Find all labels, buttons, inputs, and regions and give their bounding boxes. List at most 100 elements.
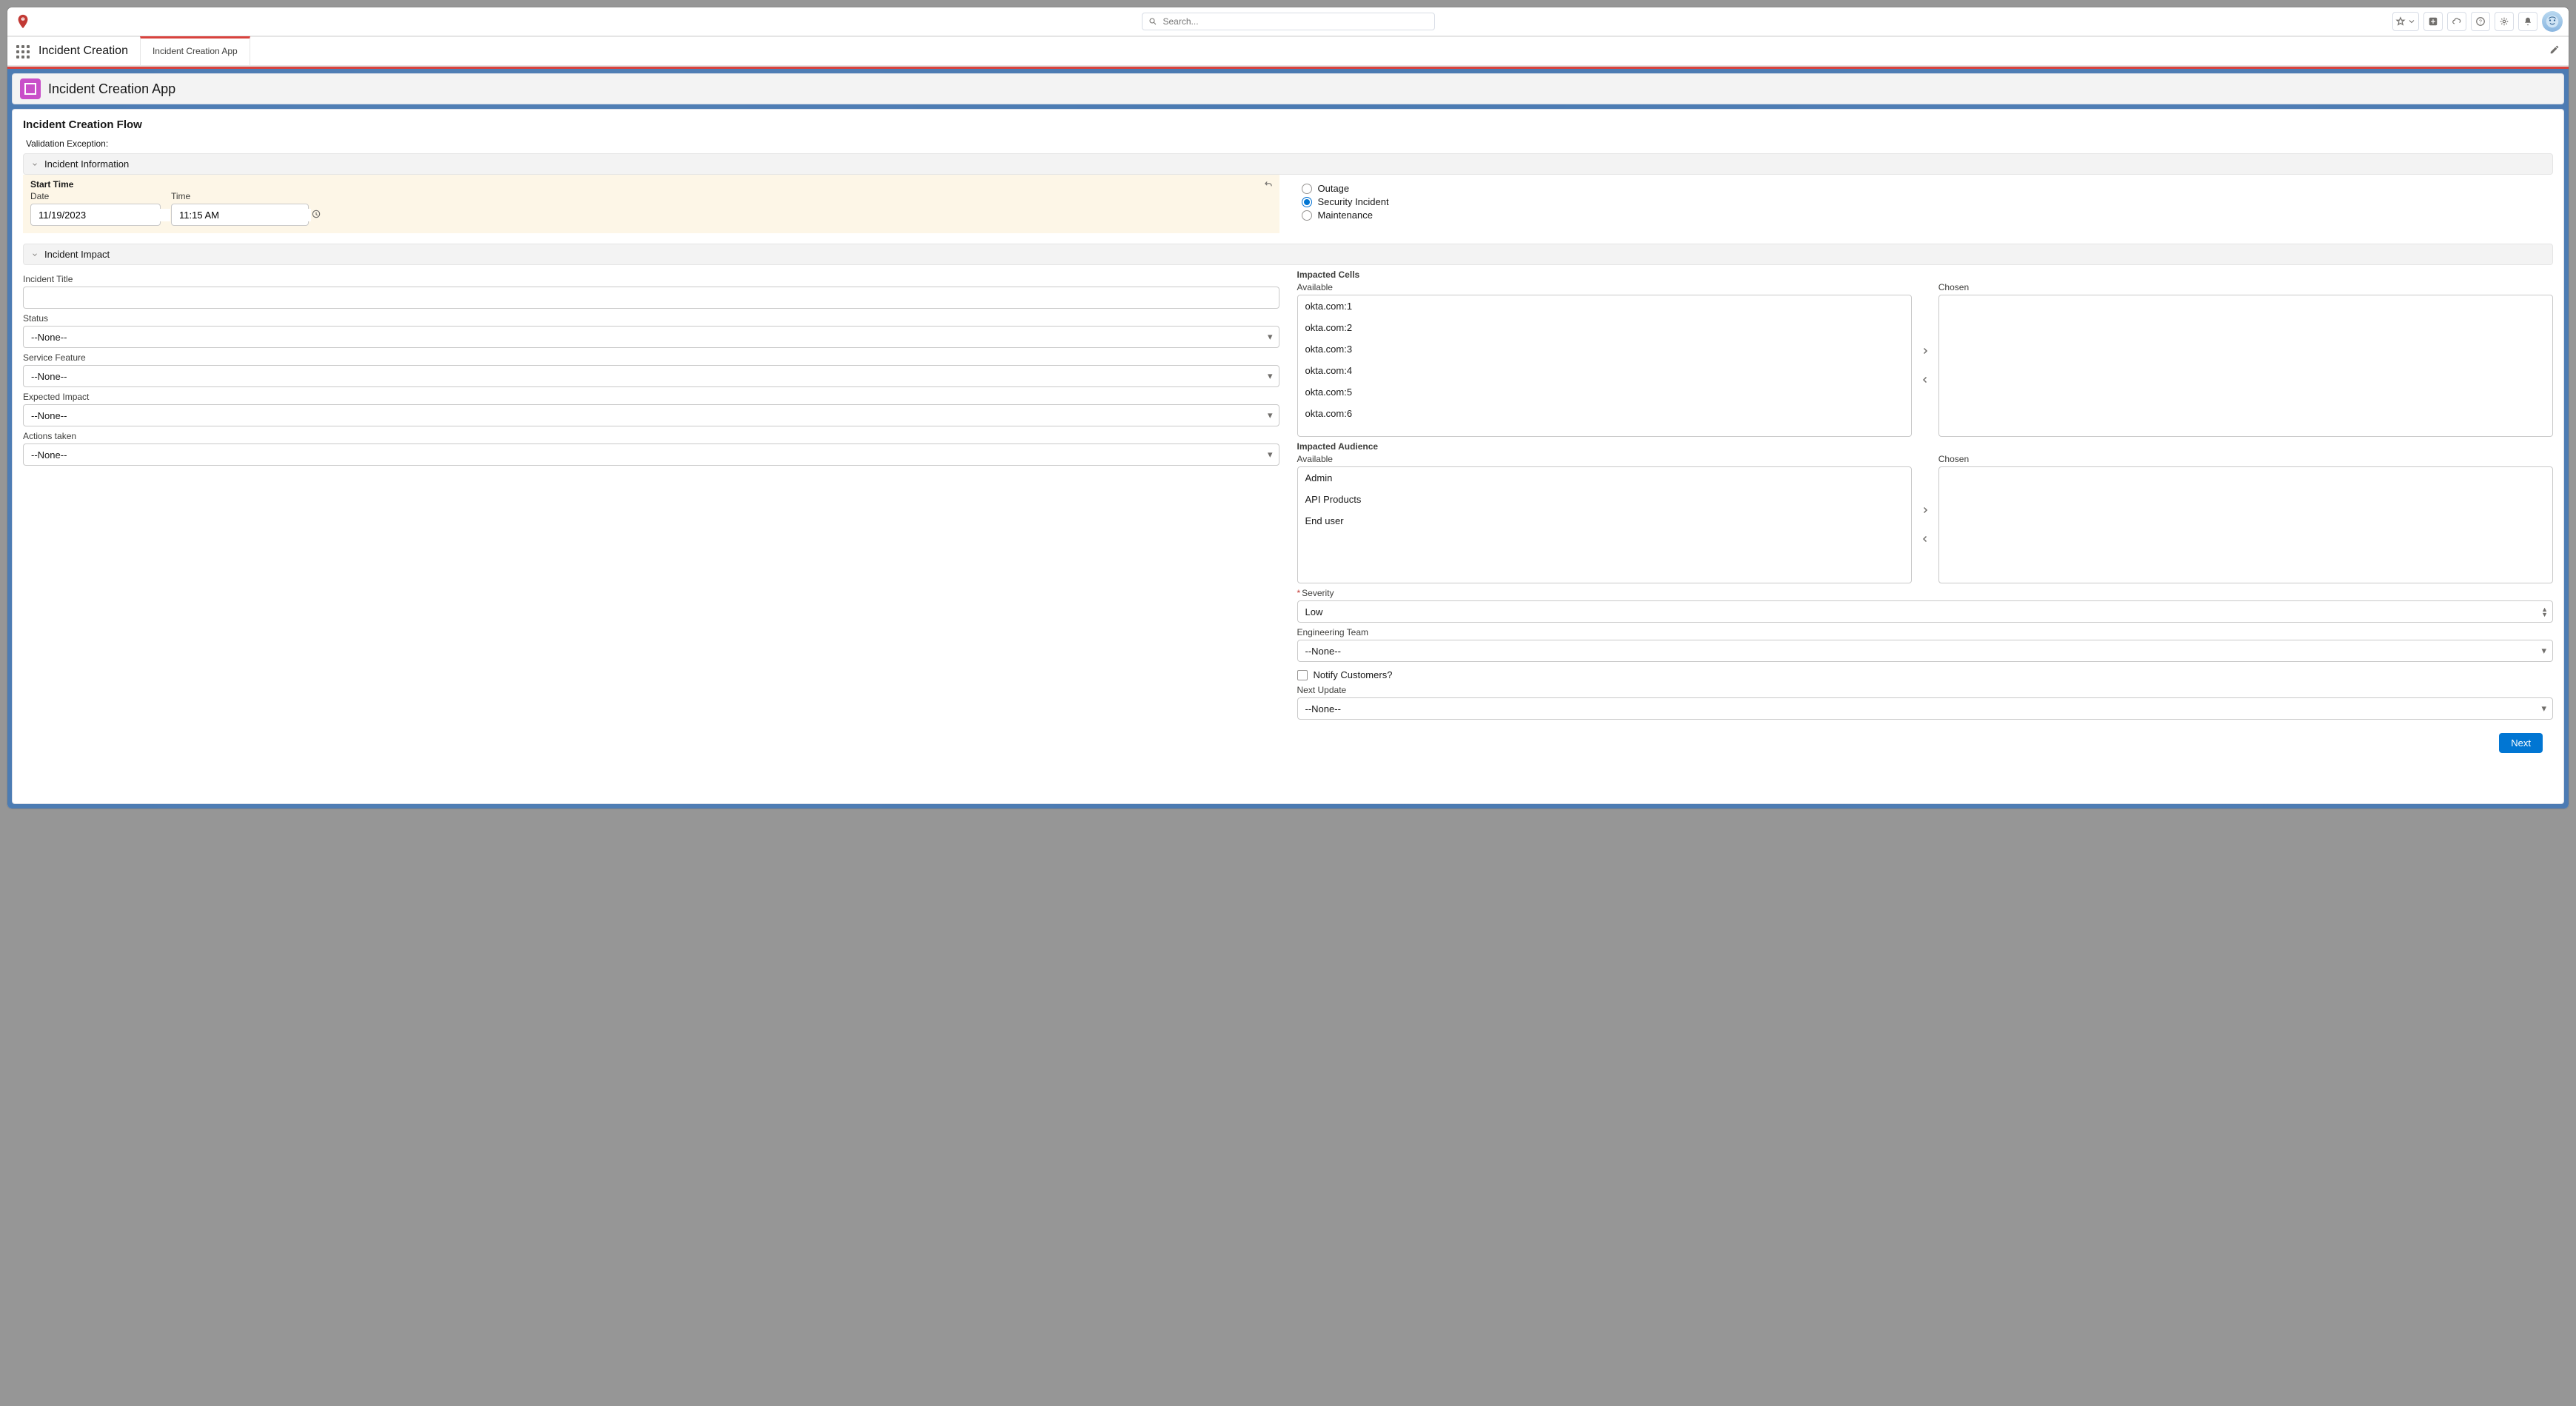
tab-incident-creation-app[interactable]: Incident Creation App xyxy=(140,36,250,65)
radio-label: Security Incident xyxy=(1318,196,1389,207)
section-incident-information[interactable]: Incident Information xyxy=(23,153,2553,175)
caret-down-icon: ▾ xyxy=(1268,370,1273,382)
next-update-select[interactable]: --None-- ▾ xyxy=(1297,697,2554,720)
help-button[interactable]: ? xyxy=(2471,12,2490,31)
validation-exception-label: Validation Exception: xyxy=(26,138,2553,149)
date-input[interactable] xyxy=(37,209,170,221)
radio-security-incident[interactable]: Security Incident xyxy=(1302,196,2554,207)
severity-value: Low xyxy=(1305,606,1323,617)
date-input-wrapper[interactable] xyxy=(30,204,161,226)
radio-label: Maintenance xyxy=(1318,210,1373,221)
impacted-audience-chosen-label: Chosen xyxy=(1938,454,2553,464)
global-search-input[interactable] xyxy=(1162,16,1428,27)
waffle-icon xyxy=(16,45,30,58)
radio-icon xyxy=(1302,184,1312,194)
radio-maintenance[interactable]: Maintenance xyxy=(1302,210,2554,221)
move-left-button[interactable] xyxy=(1918,372,1933,389)
app-launcher[interactable] xyxy=(13,42,33,61)
caret-down-icon: ▾ xyxy=(1268,409,1273,421)
notify-customers-label: Notify Customers? xyxy=(1314,669,1393,680)
impacted-cells-chosen[interactable] xyxy=(1938,295,2553,437)
list-item[interactable]: okta.com:6 xyxy=(1298,403,1911,424)
engineering-team-select[interactable]: --None-- ▾ xyxy=(1297,640,2554,662)
page-header-icon xyxy=(20,78,41,99)
move-right-button[interactable] xyxy=(1918,344,1933,361)
list-item[interactable]: okta.com:5 xyxy=(1298,381,1911,403)
undo-button[interactable] xyxy=(1263,179,1274,192)
impacted-cells-chosen-label: Chosen xyxy=(1938,282,2553,292)
caret-down-icon: ▾ xyxy=(1268,331,1273,343)
list-item[interactable]: API Products xyxy=(1298,489,1911,510)
checkbox-icon xyxy=(1297,670,1308,680)
severity-select[interactable]: Low ▲▼ xyxy=(1297,600,2554,623)
chevron-left-icon xyxy=(1921,535,1930,543)
org-logo[interactable]: ! xyxy=(15,13,31,30)
section-incident-impact[interactable]: Incident Impact xyxy=(23,244,2553,265)
chevron-down-icon xyxy=(31,251,39,258)
chevron-right-icon xyxy=(1921,347,1930,355)
section-title: Incident Information xyxy=(44,158,129,170)
next-update-value: --None-- xyxy=(1305,703,1341,714)
chevron-down-icon xyxy=(31,161,39,168)
engineering-team-value: --None-- xyxy=(1305,646,1341,657)
status-value: --None-- xyxy=(31,332,67,343)
edit-page-button[interactable] xyxy=(2549,44,2560,57)
list-item[interactable]: okta.com:1 xyxy=(1298,295,1911,317)
app-name: Incident Creation xyxy=(39,44,128,58)
start-time-label: Start Time xyxy=(30,179,1272,190)
caret-down-icon: ▾ xyxy=(1268,449,1273,461)
global-search[interactable] xyxy=(1142,13,1435,30)
actions-taken-select[interactable]: --None-- ▾ xyxy=(23,443,1279,466)
notifications-button[interactable] xyxy=(2518,12,2537,31)
move-right-button[interactable] xyxy=(1918,503,1933,520)
favorites-button[interactable] xyxy=(2392,12,2419,31)
time-input-wrapper[interactable] xyxy=(171,204,309,226)
gear-icon xyxy=(2499,16,2509,27)
service-feature-value: --None-- xyxy=(31,371,67,382)
pencil-icon xyxy=(2549,44,2560,55)
svg-text:?: ? xyxy=(2479,19,2482,24)
avatar-icon xyxy=(2546,15,2559,28)
radio-outage[interactable]: Outage xyxy=(1302,183,2554,194)
impacted-audience-available[interactable]: Admin API Products End user xyxy=(1297,466,1912,583)
impacted-cells-available[interactable]: okta.com:1 okta.com:2 okta.com:3 okta.co… xyxy=(1297,295,1912,437)
salesforce-help-button[interactable] xyxy=(2447,12,2466,31)
list-item[interactable]: Admin xyxy=(1298,467,1911,489)
list-item[interactable]: End user xyxy=(1298,510,1911,532)
list-item[interactable]: okta.com:4 xyxy=(1298,360,1911,381)
impacted-audience-chosen[interactable] xyxy=(1938,466,2553,583)
next-button[interactable]: Next xyxy=(2499,733,2543,753)
notify-customers-checkbox[interactable]: Notify Customers? xyxy=(1297,669,2554,680)
status-select[interactable]: --None-- ▾ xyxy=(23,326,1279,348)
radio-icon xyxy=(1302,197,1312,207)
star-icon xyxy=(2395,16,2406,27)
list-item[interactable]: okta.com:3 xyxy=(1298,338,1911,360)
chevron-right-icon xyxy=(1921,506,1930,515)
service-feature-select[interactable]: --None-- ▾ xyxy=(23,365,1279,387)
incident-title-input[interactable] xyxy=(23,287,1279,309)
expected-impact-label: Expected Impact xyxy=(23,392,1279,402)
svg-text:!: ! xyxy=(22,18,24,22)
radio-label: Outage xyxy=(1318,183,1350,194)
cloud-icon xyxy=(2452,16,2462,27)
question-icon: ? xyxy=(2475,16,2486,27)
time-input[interactable] xyxy=(178,209,311,221)
move-left-button[interactable] xyxy=(1918,532,1933,549)
incident-title-label: Incident Title xyxy=(23,274,1279,284)
radio-icon xyxy=(1302,210,1312,221)
clock-icon[interactable] xyxy=(311,209,321,221)
actions-taken-value: --None-- xyxy=(31,449,67,461)
page-title: Incident Creation App xyxy=(48,81,175,97)
setup-button[interactable] xyxy=(2495,12,2514,31)
list-item[interactable]: okta.com:2 xyxy=(1298,317,1911,338)
search-icon xyxy=(1148,17,1157,26)
user-avatar[interactable] xyxy=(2542,11,2563,32)
global-add-button[interactable] xyxy=(2423,12,2443,31)
impacted-audience-label: Impacted Audience xyxy=(1297,441,2554,452)
expected-impact-select[interactable]: --None-- ▾ xyxy=(23,404,1279,426)
plus-icon xyxy=(2428,16,2438,27)
stepper-icon: ▲▼ xyxy=(2541,606,2548,617)
status-label: Status xyxy=(23,313,1279,324)
chevron-left-icon xyxy=(1921,375,1930,384)
bell-icon xyxy=(2523,16,2533,27)
